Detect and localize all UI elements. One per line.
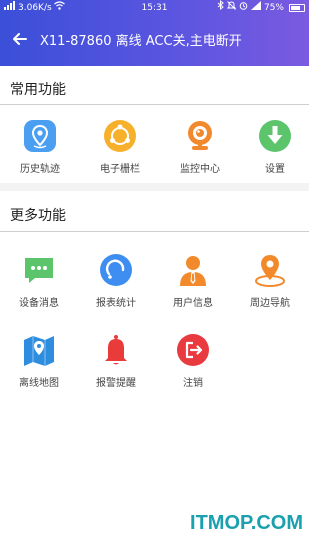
alarm-reminder-button[interactable]: 报警提醒 bbox=[81, 332, 151, 389]
watermark: ITMOP.COM bbox=[190, 512, 303, 534]
camera-icon bbox=[182, 118, 218, 154]
bluetooth-icon bbox=[217, 0, 224, 16]
battery-icon bbox=[289, 4, 305, 12]
back-button[interactable] bbox=[0, 24, 40, 54]
section-divider bbox=[0, 104, 309, 105]
electronic-fence-label: 电子栅栏 bbox=[100, 164, 140, 175]
app-header: 3.06K/s 15:31 75% X11-87860 离线 ACC关,主电断开 bbox=[0, 0, 309, 66]
report-icon bbox=[98, 252, 134, 288]
logout-button[interactable]: 注销 bbox=[158, 332, 228, 389]
settings-button[interactable]: 设置 bbox=[240, 118, 310, 175]
section-title-more: 更多功能 bbox=[10, 208, 66, 224]
arrow-left-icon bbox=[13, 30, 27, 49]
status-bar: 3.06K/s 15:31 75% bbox=[0, 0, 309, 16]
device-message-button[interactable]: 设备消息 bbox=[4, 252, 74, 309]
nearby-navigation-button[interactable]: 周边导航 bbox=[235, 252, 305, 309]
download-icon bbox=[257, 118, 293, 154]
status-right: 75% bbox=[217, 0, 305, 16]
offline-map-label: 离线地图 bbox=[19, 378, 59, 389]
history-track-button[interactable]: 历史轨迹 bbox=[5, 118, 75, 175]
page-title: X11-87860 离线 ACC关,主电断开 bbox=[40, 33, 242, 49]
report-statistics-label: 报表统计 bbox=[96, 298, 136, 309]
monitor-center-label: 监控中心 bbox=[180, 164, 220, 175]
section-gap bbox=[0, 183, 309, 191]
location-track-icon bbox=[22, 118, 58, 154]
history-track-label: 历史轨迹 bbox=[20, 164, 60, 175]
title-bar: X11-87860 离线 ACC关,主电断开 bbox=[0, 24, 309, 54]
offline-map-button[interactable]: 离线地图 bbox=[4, 332, 74, 389]
section-title-common: 常用功能 bbox=[10, 82, 66, 98]
device-message-label: 设备消息 bbox=[19, 298, 59, 309]
alarm-bell-icon bbox=[98, 332, 134, 368]
nearby-navigation-label: 周边导航 bbox=[250, 298, 290, 309]
logout-icon bbox=[175, 332, 211, 368]
electronic-fence-button[interactable]: 电子栅栏 bbox=[85, 118, 155, 175]
section-divider bbox=[0, 231, 309, 232]
monitor-center-button[interactable]: 监控中心 bbox=[165, 118, 235, 175]
logout-label: 注销 bbox=[183, 378, 203, 389]
offline-map-icon bbox=[21, 332, 57, 368]
settings-label: 设置 bbox=[265, 164, 285, 175]
mute-icon bbox=[226, 0, 237, 16]
fence-icon bbox=[102, 118, 138, 154]
user-info-button[interactable]: 用户信息 bbox=[158, 252, 228, 309]
user-info-label: 用户信息 bbox=[173, 298, 213, 309]
nearby-navigation-icon bbox=[252, 252, 288, 288]
signal-icon-2 bbox=[250, 0, 261, 16]
report-statistics-button[interactable]: 报表统计 bbox=[81, 252, 151, 309]
alarm-reminder-label: 报警提醒 bbox=[96, 378, 136, 389]
user-icon bbox=[175, 252, 211, 288]
battery-percent: 75% bbox=[263, 3, 284, 13]
message-icon bbox=[21, 252, 57, 288]
alarm-clock-icon bbox=[239, 0, 248, 16]
